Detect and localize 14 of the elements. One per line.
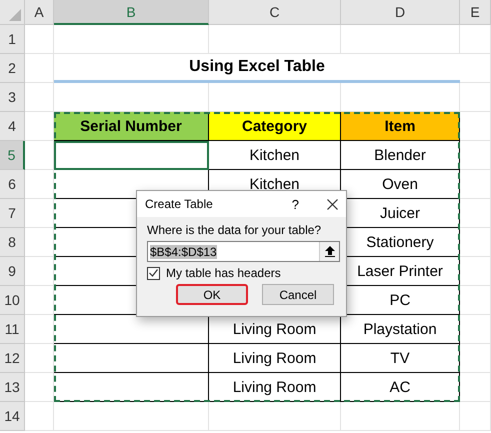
table-cell: Living Room <box>209 373 341 402</box>
header-cell: Serial Number <box>54 112 209 141</box>
table-cell: AC <box>341 373 460 402</box>
table-cell: Blender <box>341 141 460 170</box>
table-cell: Living Room <box>209 315 341 344</box>
header-cell: Item <box>341 112 460 141</box>
checkbox-label: My table has headers <box>166 266 281 280</box>
range-label: Where is the data for your table? <box>147 223 322 237</box>
table-cell: Living Room <box>209 344 341 373</box>
header-cell: Category <box>209 112 341 141</box>
table-cell: Kitchen <box>209 141 341 170</box>
sheet-title: Using Excel Table <box>54 54 460 83</box>
table-cell: TV <box>341 344 460 373</box>
dialog-title: Create Table <box>145 197 214 211</box>
